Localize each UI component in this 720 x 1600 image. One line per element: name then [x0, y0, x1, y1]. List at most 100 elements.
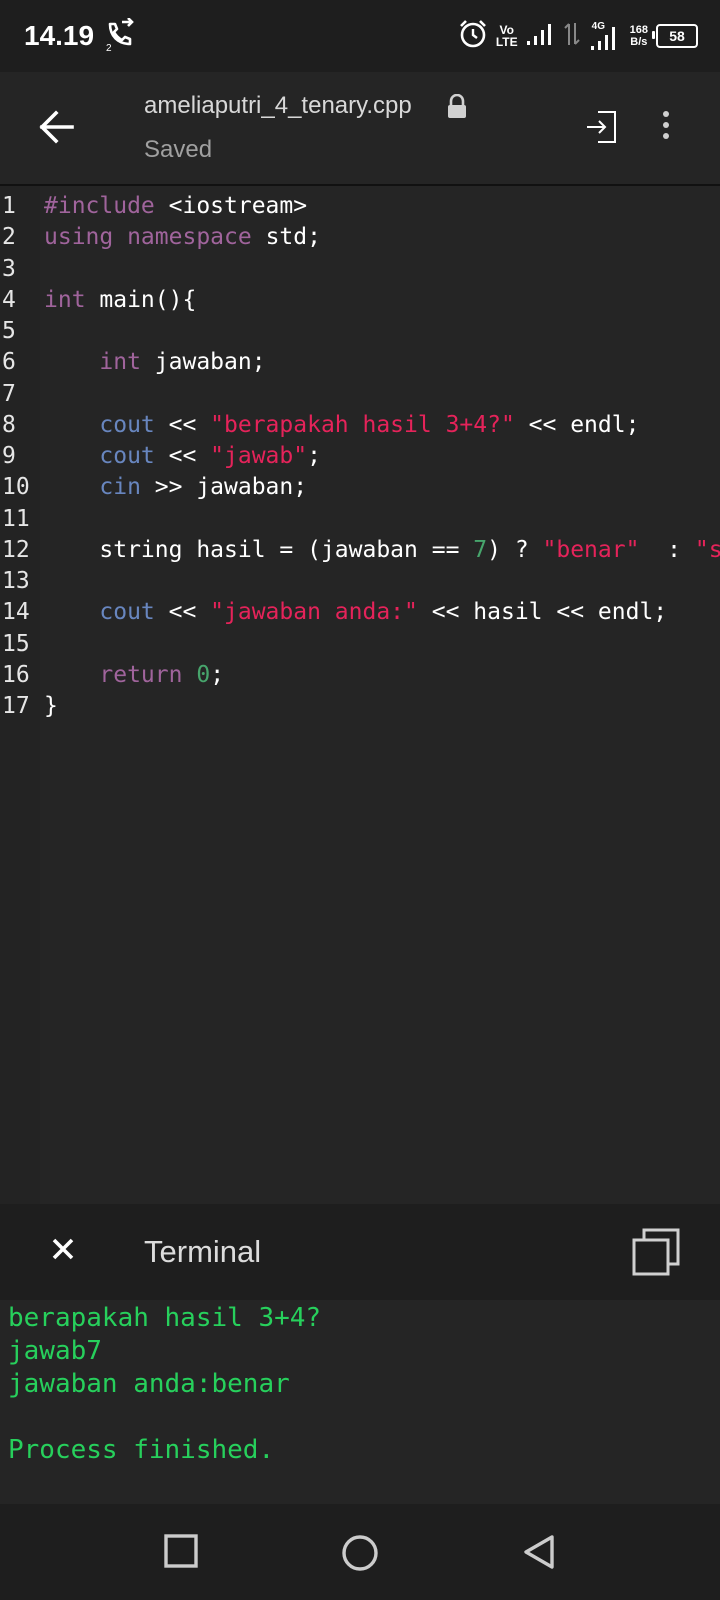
code-token: "berapakah hasil 3+4?": [210, 411, 515, 438]
code-token: cout: [99, 599, 155, 626]
code-text: cout << "berapakah hasil 3+4?" << endl;: [44, 409, 639, 441]
line-number: 1: [2, 193, 16, 219]
code-line: 9 cout << "jawab";: [0, 440, 720, 472]
code-token: >> jawaban;: [140, 474, 308, 501]
call-forward-icon: 2: [104, 17, 136, 57]
code-token: std;: [251, 224, 321, 251]
code-line: 1 #include <iostream>: [0, 190, 720, 222]
code-text: }: [44, 690, 58, 722]
code-token: cout: [99, 411, 155, 438]
battery-level: 58: [669, 28, 685, 44]
code-token: int: [99, 349, 141, 376]
volte-indicator: Vo LTE: [495, 23, 518, 49]
lock-icon: [446, 93, 468, 125]
line-number: 8: [2, 411, 16, 438]
line-number: 5: [2, 318, 16, 344]
code-token: cin: [99, 474, 141, 501]
line-number: 12: [2, 536, 30, 563]
code-token: ) ?: [487, 536, 543, 563]
code-token: #include: [44, 193, 155, 219]
copy-icon[interactable]: [632, 1228, 680, 1281]
terminal-output: berapakah hasil 3+4? jawab7 jawaban anda…: [0, 1300, 720, 1504]
code-token: using namespace: [44, 224, 252, 251]
code-line: 11: [0, 503, 720, 535]
code-line: 14 cout << "jawaban anda:" << hasil << e…: [0, 596, 720, 628]
code-token: return: [99, 661, 183, 688]
line-number: 10: [2, 474, 30, 501]
code-line: 17}: [0, 690, 720, 722]
line-number: 15: [2, 630, 30, 657]
code-text: cin >> jawaban;: [44, 471, 307, 503]
line-number: 3: [2, 255, 16, 282]
file-name: ameliaputri_4_tenary.cpp: [144, 92, 412, 119]
data-transfer-icon: [563, 21, 580, 52]
more-options-icon[interactable]: [660, 110, 672, 145]
code-line: 6 int jawaban;: [0, 346, 720, 378]
line-number: 14: [2, 599, 30, 626]
line-number: 11: [2, 505, 30, 532]
line-number: 4: [2, 286, 16, 313]
app-bar: ameliaputri_4_tenary.cpp Saved: [0, 72, 720, 186]
code-text: int jawaban;: [44, 346, 266, 378]
code-token: << endl;: [514, 411, 640, 438]
code-editor[interactable]: 1 #include <iostream> 2 using namespace std…: [0, 186, 720, 1204]
code-token: "jawaban anda:": [210, 599, 418, 626]
code-line: 12 string hasil = (jawaban == 7) ? "bena…: [0, 534, 720, 566]
code-token: "benar": [542, 536, 640, 563]
line-number: 9: [2, 443, 16, 469]
code-line: 4 int main(){: [0, 284, 720, 316]
network-speed: 168 B/s: [629, 24, 648, 48]
code-text: cout << "jawaban anda:" << hasil << endl…: [44, 596, 667, 628]
code-token: }: [44, 693, 58, 719]
code-text: cout << "jawab";: [44, 440, 321, 472]
terminal-line: Process finished.: [8, 1435, 275, 1465]
code-line: 10 cin >> jawaban;: [0, 471, 720, 503]
code-text: int main(){: [44, 284, 196, 316]
code-line: 2 using namespace std;: [0, 221, 720, 253]
code-token: ;: [210, 661, 225, 688]
code-line: 7: [0, 378, 720, 410]
line-number: 13: [2, 568, 30, 594]
recent-apps-icon[interactable]: [164, 1534, 198, 1573]
code-token: <<: [154, 411, 211, 438]
back-arrow-icon[interactable]: [36, 106, 78, 148]
terminal-header: Terminal: [0, 1204, 720, 1300]
home-icon[interactable]: [341, 1534, 379, 1577]
alarm-icon: [458, 19, 488, 54]
code-token: ;: [307, 443, 321, 469]
code-token: main(){: [85, 286, 197, 313]
code-token: "s: [694, 536, 720, 563]
line-number: 17: [2, 693, 30, 719]
exit-run-icon[interactable]: [584, 110, 618, 149]
code-token: jawaban;: [140, 349, 266, 376]
code-line: 13: [0, 565, 720, 597]
code-token: string hasil = (jawaban ==: [44, 536, 474, 563]
line-number: 16: [2, 661, 30, 688]
terminal-title: Terminal: [144, 1234, 262, 1269]
code-token: int: [44, 286, 86, 313]
status-bar: 14.19 2 Vo LTE 4G 168 B/s 58: [0, 0, 720, 72]
back-triangle-icon[interactable]: [522, 1534, 556, 1575]
code-token: "jawab": [210, 443, 308, 469]
signal-4g-icon: 4G: [588, 21, 622, 51]
code-token: <<: [154, 443, 211, 469]
close-icon[interactable]: [50, 1236, 76, 1267]
code-token: <<: [154, 599, 211, 626]
code-line: 5: [0, 315, 720, 347]
line-number: 2: [2, 224, 16, 251]
code-text: return 0;: [44, 659, 224, 691]
code-token: << hasil << endl;: [417, 599, 668, 626]
terminal-line: jawaban anda:benar: [8, 1369, 290, 1399]
code-token: <iostream>: [154, 193, 308, 219]
code-line: 8 cout << "berapakah hasil 3+4?" << endl…: [0, 409, 720, 441]
save-status: Saved: [144, 136, 213, 163]
code-text: #include <iostream>: [44, 190, 307, 222]
signal-icon: [526, 22, 556, 51]
code-line: 15: [0, 628, 720, 660]
